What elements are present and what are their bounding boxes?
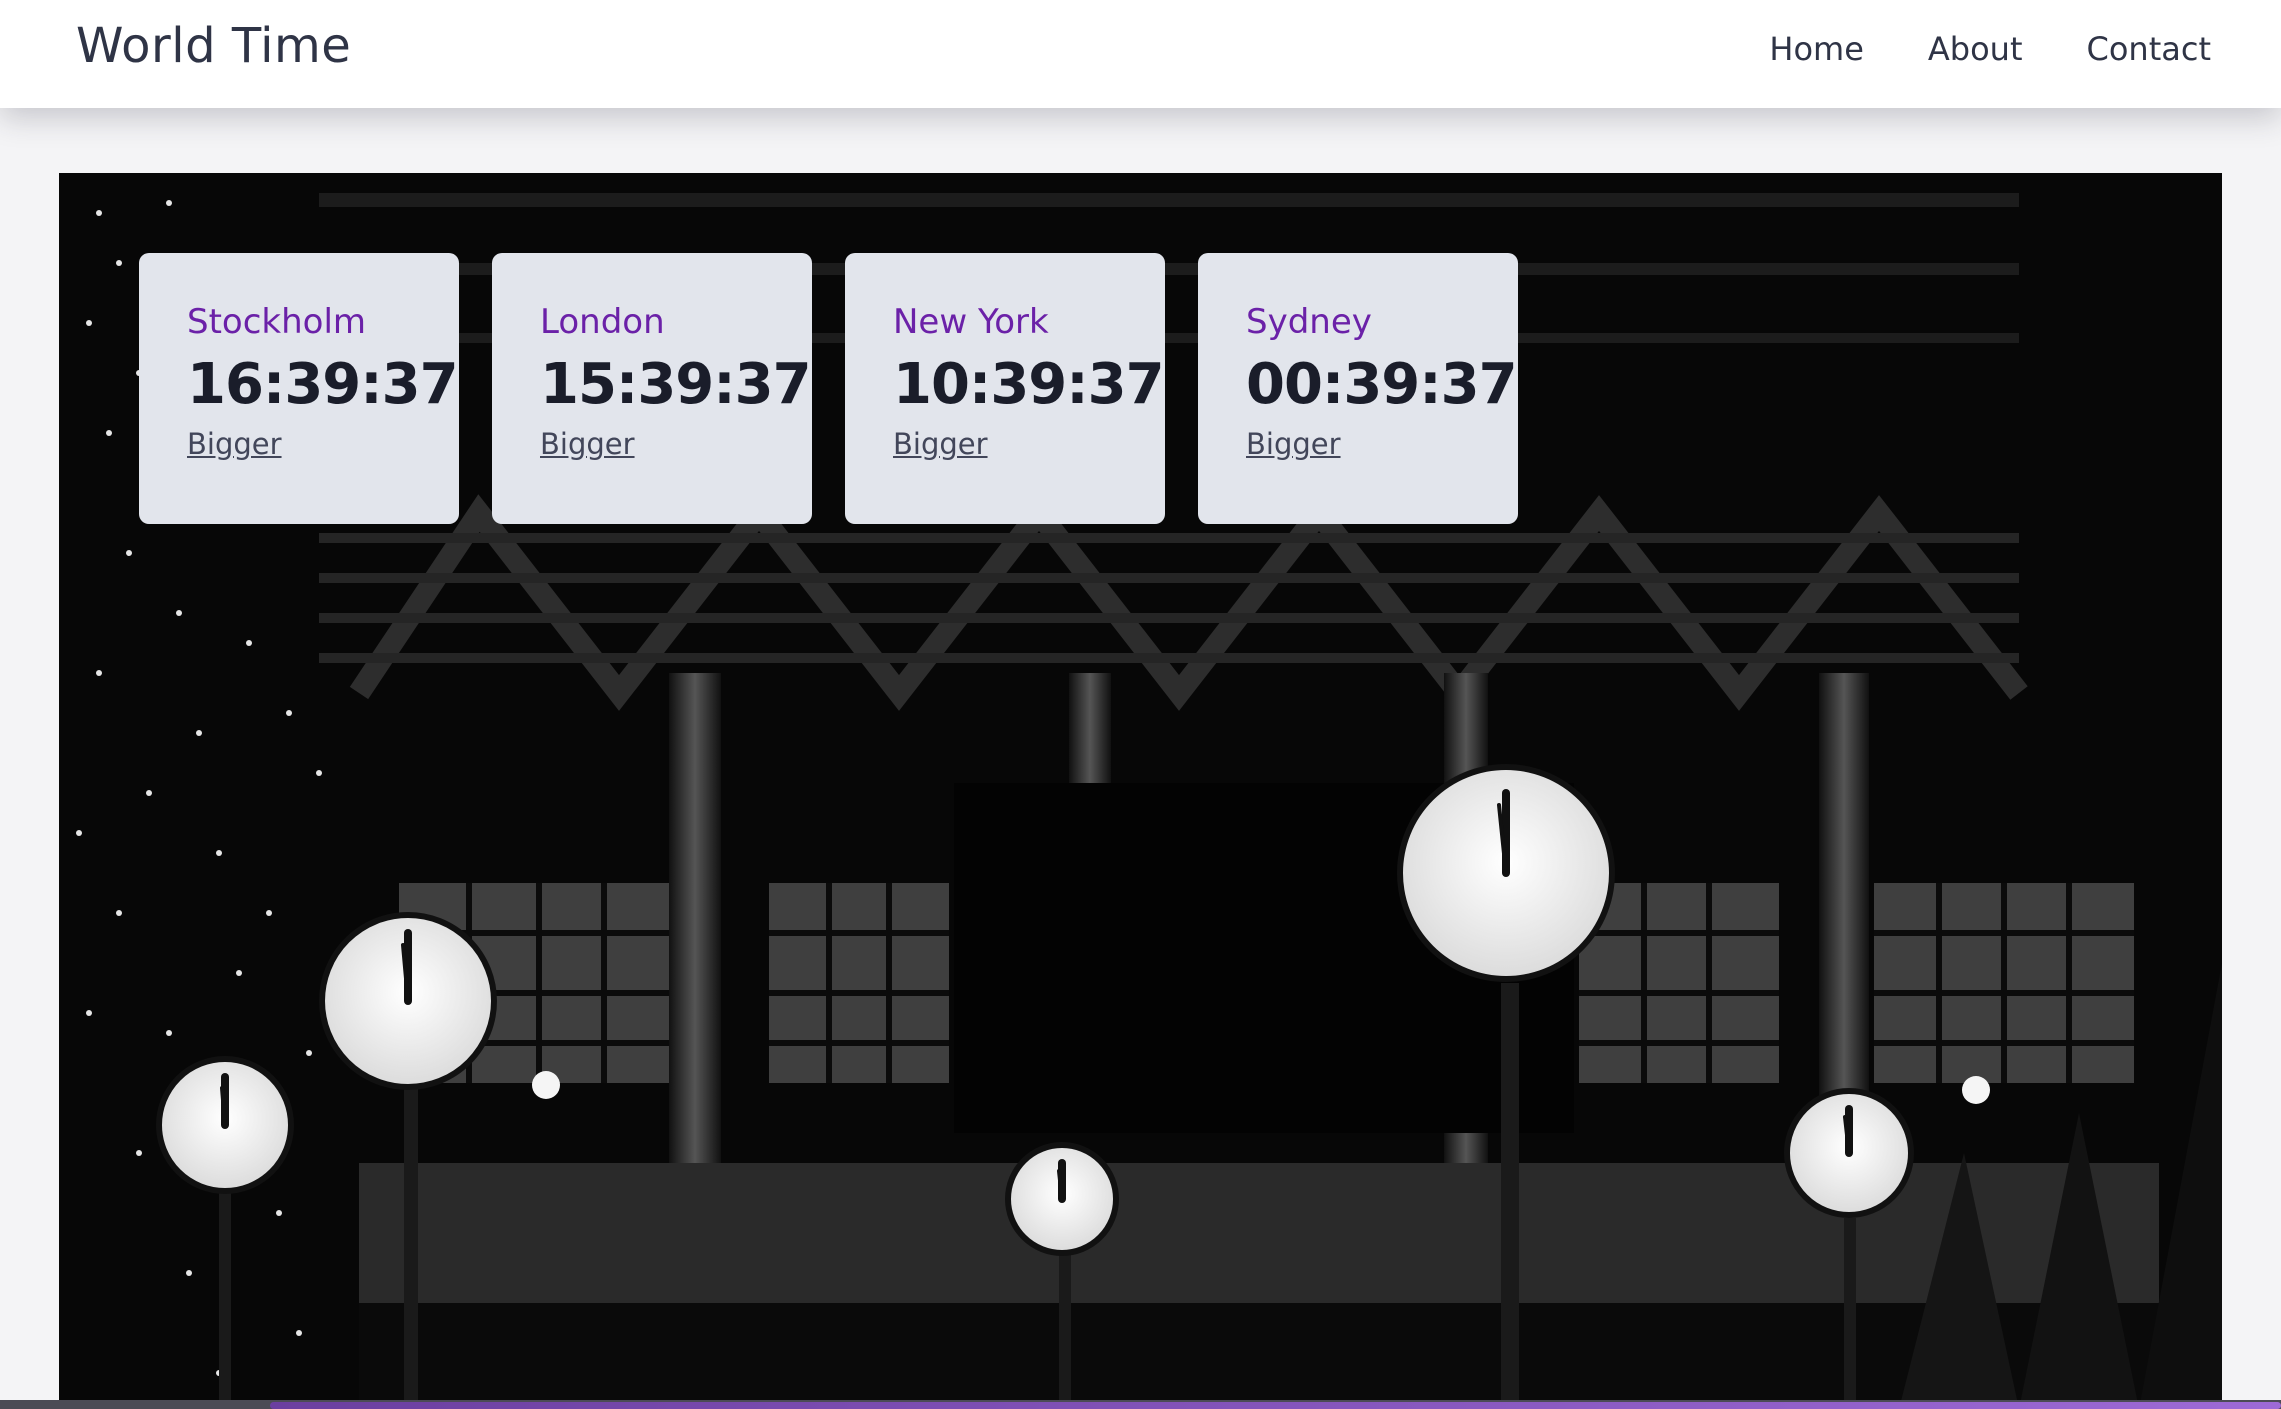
city-time: 15:39:37 [540,352,812,417]
bigger-link[interactable]: Bigger [893,427,988,461]
scrollbar-thumb[interactable] [270,1402,2281,1409]
navbar: World Time Home About Contact [0,0,2281,108]
brand-title[interactable]: World Time [76,18,351,74]
bigger-link[interactable]: Bigger [1246,427,1341,461]
nav-contact-link[interactable]: Contact [2087,30,2212,68]
hero-image: Stockholm 16:39:37 Bigger London 15:39:3… [59,173,2222,1409]
city-name: Sydney [1246,302,1372,342]
clock-card-new-york: New York 10:39:37 Bigger [845,253,1165,524]
bigger-link[interactable]: Bigger [187,427,282,461]
city-name: London [540,302,665,342]
nav-home-link[interactable]: Home [1769,30,1864,68]
nav-about-link[interactable]: About [1928,30,2023,68]
nav-links: Home About Contact [1769,30,2211,68]
bigger-link[interactable]: Bigger [540,427,635,461]
clock-card-london: London 15:39:37 Bigger [492,253,812,524]
city-time: 00:39:37 [1246,352,1518,417]
clock-card-stockholm: Stockholm 16:39:37 Bigger [139,253,459,524]
city-name: New York [893,302,1049,342]
clock-card-sydney: Sydney 00:39:37 Bigger [1198,253,1518,524]
city-time: 16:39:37 [187,352,459,417]
clock-cards: Stockholm 16:39:37 Bigger London 15:39:3… [139,253,1518,524]
city-name: Stockholm [187,302,367,342]
city-time: 10:39:37 [893,352,1165,417]
